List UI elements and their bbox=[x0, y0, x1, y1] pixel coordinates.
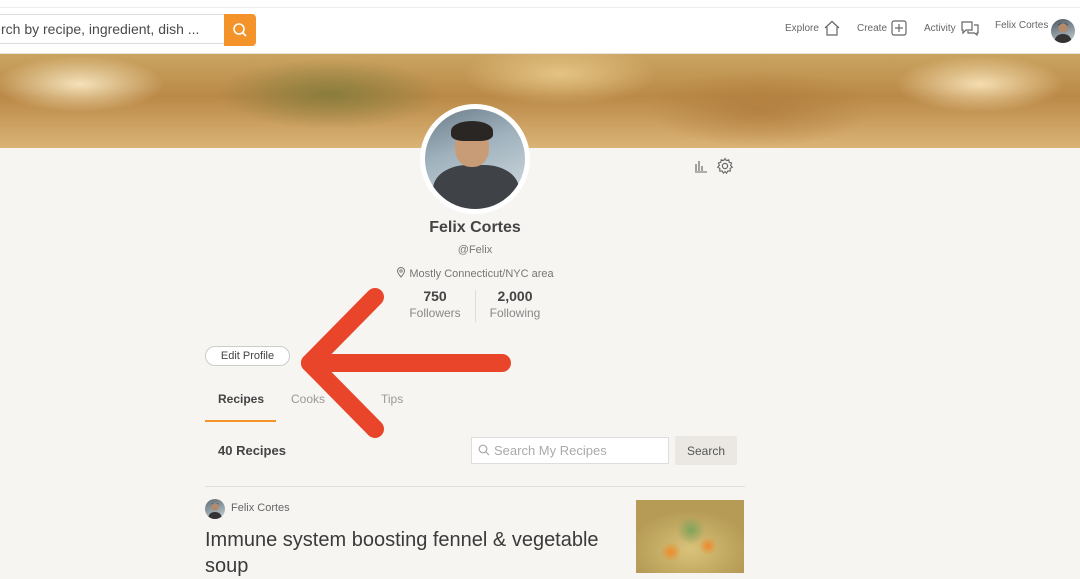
global-search bbox=[0, 14, 258, 46]
active-tab-indicator bbox=[205, 420, 276, 422]
search-icon bbox=[233, 23, 247, 37]
nav-create-label: Create bbox=[857, 22, 888, 34]
nav-activity[interactable]: Activity bbox=[924, 20, 980, 36]
profile-name: Felix Cortes bbox=[429, 219, 521, 236]
stats-icon[interactable] bbox=[694, 158, 708, 174]
tab-recipes[interactable]: Recipes bbox=[218, 392, 264, 406]
profile-photo bbox=[425, 109, 525, 209]
top-bar: Explore Create Activity Felix Cortes bbox=[0, 0, 1080, 54]
settings-gear-icon[interactable] bbox=[716, 157, 734, 175]
user-avatar-image bbox=[1054, 23, 1072, 43]
top-divider bbox=[0, 7, 1080, 8]
annotation-arrow-icon bbox=[301, 288, 511, 438]
recipe-title[interactable]: Immune system boosting fennel & vegetabl… bbox=[205, 527, 625, 579]
user-avatar[interactable] bbox=[1051, 19, 1075, 43]
recipe-count: 40 Recipes bbox=[218, 443, 286, 458]
profile-location-text: Mostly Connecticut/NYC area bbox=[409, 268, 554, 280]
search-icon bbox=[478, 444, 490, 456]
recipe-author-name[interactable]: Felix Cortes bbox=[231, 502, 290, 514]
cover-banner-image bbox=[0, 54, 1080, 148]
home-icon bbox=[824, 20, 840, 36]
nav-user-name: Felix Cortes bbox=[995, 20, 1049, 31]
global-search-input[interactable] bbox=[0, 14, 224, 44]
nav-activity-label: Activity bbox=[924, 22, 956, 34]
edit-profile-button[interactable]: Edit Profile bbox=[205, 346, 290, 366]
nav-create[interactable]: Create bbox=[857, 20, 907, 36]
profile-actions bbox=[694, 157, 734, 175]
section-divider bbox=[205, 486, 745, 487]
nav-user-menu[interactable]: Felix Cortes bbox=[995, 20, 1052, 31]
recipe-author-avatar[interactable] bbox=[205, 499, 225, 519]
profile-handle: @Felix bbox=[457, 244, 493, 256]
recipe-thumbnail[interactable] bbox=[636, 500, 744, 573]
plus-box-icon bbox=[891, 20, 907, 36]
chat-bubbles-icon bbox=[961, 21, 979, 36]
location-pin-icon bbox=[397, 267, 406, 278]
global-search-button[interactable] bbox=[224, 14, 256, 46]
nav-explore-label: Explore bbox=[785, 22, 819, 34]
profile-avatar bbox=[420, 104, 530, 214]
my-recipes-search-button[interactable]: Search bbox=[675, 436, 737, 465]
profile-location: Mostly Connecticut/NYC area bbox=[0, 267, 950, 280]
nav-explore[interactable]: Explore bbox=[785, 20, 841, 36]
author-avatar-image bbox=[208, 502, 222, 519]
